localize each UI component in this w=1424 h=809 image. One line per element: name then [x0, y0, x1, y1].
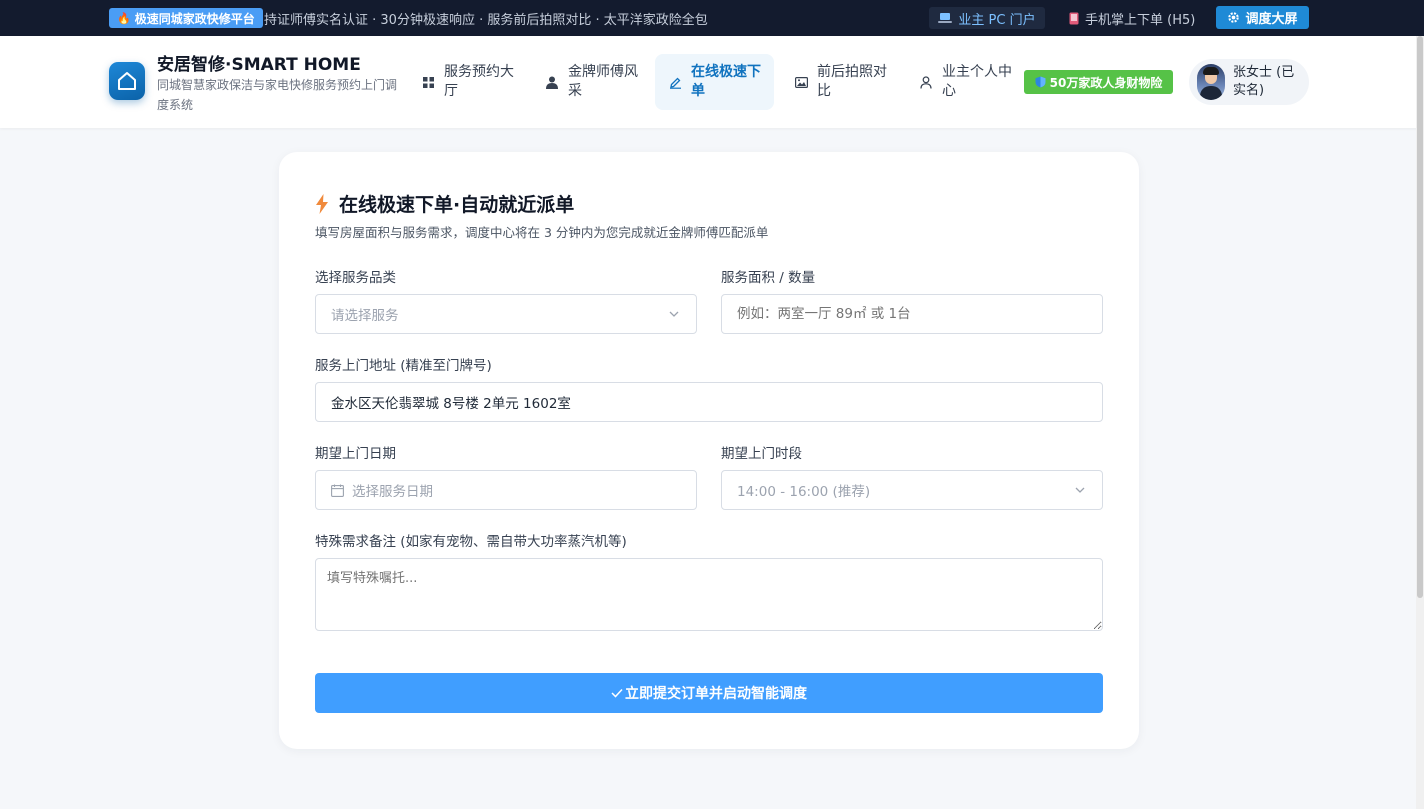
home-icon: [118, 72, 136, 90]
submit-order-button[interactable]: 立即提交订单并启动智能调度: [315, 673, 1103, 713]
brand-logo[interactable]: [109, 62, 145, 100]
address-input[interactable]: [315, 382, 1103, 422]
nav-service-hall-label: 服务预约大厅: [444, 64, 514, 99]
platform-badge-label: 极速同城家政快修平台: [134, 11, 255, 26]
user-profile-chip[interactable]: 张女士 (已实名): [1189, 59, 1309, 105]
insurance-badge-label: 50万家政人身财物险: [1049, 75, 1163, 90]
nav-service-hall[interactable]: 服务预约大厅: [412, 54, 530, 110]
date-picker[interactable]: 选择服务日期: [315, 470, 697, 510]
mobile-order-label: 手机掌上下单 (H5): [1085, 13, 1196, 28]
nav-master-showcase-label: 金牌师傅风采: [568, 64, 638, 99]
scrollbar-thumb[interactable]: [1417, 36, 1423, 598]
person-icon: [544, 76, 560, 89]
gear-icon: [1228, 12, 1240, 23]
service-type-placeholder: 请选择服务: [331, 308, 399, 324]
order-form-card: 在线极速下单·自动就近派单 填写房屋面积与服务需求，调度中心将在 3 分钟内为您…: [279, 152, 1139, 749]
grid-icon: [420, 76, 436, 88]
order-form-title: 在线极速下单·自动就近派单: [339, 194, 575, 216]
shield-icon: [1035, 76, 1046, 88]
laptop-icon: [938, 13, 953, 23]
mobile-order-link[interactable]: 手机掌上下单 (H5): [1069, 9, 1195, 28]
service-type-select[interactable]: 请选择服务: [315, 294, 697, 334]
announcement-bar: 🔥 极速同城家政快修平台 持证师傅实名认证 · 30分钟极速响应 · 服务前后拍…: [0, 0, 1424, 36]
nav-quick-order-label: 在线极速下单: [691, 64, 761, 99]
brand-subtitle: 同城智慧家政保洁与家电快修服务预约上门调度系统: [157, 78, 398, 112]
chevron-down-icon: [668, 308, 680, 324]
address-label: 服务上门地址 (精准至门牌号): [315, 358, 492, 374]
nav-photo-compare[interactable]: 前后拍照对比: [786, 54, 904, 110]
pc-portal-link[interactable]: 业主 PC 门户: [929, 7, 1045, 29]
time-slot-select[interactable]: 14:00 - 16:00 (推荐): [721, 470, 1103, 510]
time-slot-label: 期望上门时段: [721, 446, 802, 462]
order-form-description: 填写房屋面积与服务需求，调度中心将在 3 分钟内为您完成就近金牌师傅匹配派单: [315, 225, 769, 240]
dispatch-screen-button[interactable]: 调度大屏: [1216, 6, 1309, 29]
image-icon: [793, 76, 809, 88]
pc-portal-label: 业主 PC 门户: [958, 12, 1036, 28]
nav-owner-center-label: 业主个人中心: [942, 64, 1012, 99]
nav-owner-center[interactable]: 业主个人中心: [911, 54, 1021, 110]
notes-textarea[interactable]: [315, 558, 1103, 631]
service-type-label: 选择服务品类: [315, 270, 396, 286]
date-placeholder: 选择服务日期: [352, 484, 433, 500]
check-icon: [611, 688, 623, 698]
brand-title: 安居智修·SMART HOME: [157, 55, 361, 75]
phone-icon: [1069, 12, 1079, 25]
avatar: [1197, 64, 1225, 100]
insurance-badge: 50万家政人身财物险: [1024, 70, 1173, 94]
edit-icon: [667, 76, 683, 89]
date-label: 期望上门日期: [315, 446, 396, 462]
area-label: 服务面积 / 数量: [721, 270, 816, 286]
calendar-icon: [331, 484, 344, 497]
dispatch-screen-label: 调度大屏: [1245, 12, 1298, 27]
main-header: 安居智修·SMART HOME 同城智慧家政保洁与家电快修服务预约上门调度系统 …: [0, 36, 1424, 128]
platform-badge: 🔥 极速同城家政快修平台: [109, 8, 263, 28]
notes-label: 特殊需求备注 (如家有宠物、需自带大功率蒸汽机等): [315, 534, 627, 550]
lightning-icon: [316, 193, 328, 214]
nav-photo-compare-label: 前后拍照对比: [817, 64, 887, 99]
area-input[interactable]: [721, 294, 1103, 334]
submit-order-label: 立即提交订单并启动智能调度: [625, 686, 807, 702]
chevron-down-icon: [1074, 484, 1086, 500]
announcement-ticker: 持证师傅实名认证 · 30分钟极速响应 · 服务前后拍照对比 · 太平洋家政险全…: [264, 13, 708, 28]
user-icon: [918, 75, 934, 89]
order-form-heading: 在线极速下单·自动就近派单: [315, 190, 574, 217]
nav-quick-order[interactable]: 在线极速下单: [655, 54, 774, 110]
user-name: 张女士 (已实名): [1233, 65, 1295, 98]
nav-master-showcase[interactable]: 金牌师傅风采: [537, 54, 649, 110]
flame-icon: 🔥: [117, 11, 131, 25]
time-slot-value: 14:00 - 16:00 (推荐): [737, 484, 871, 500]
